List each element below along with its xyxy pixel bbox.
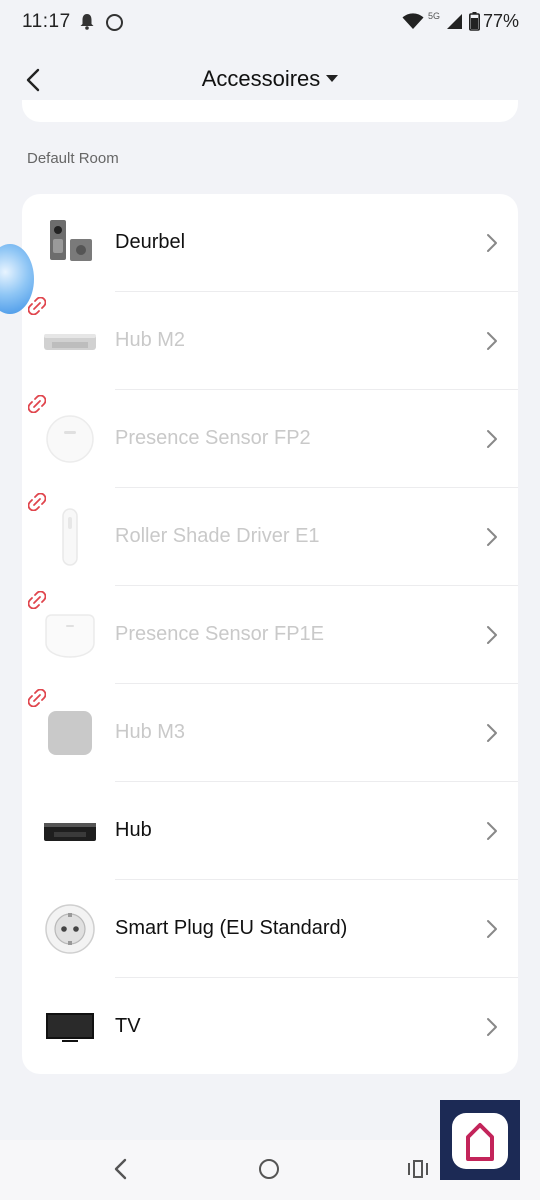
device-row-tv[interactable]: TV: [22, 978, 518, 1074]
status-time: 11:17: [22, 11, 71, 32]
device-name: Hub M2: [115, 329, 186, 351]
device-name: Presence Sensor FP2: [115, 427, 311, 449]
device-name: Deurbel: [115, 231, 186, 253]
hub-m2-icon: [44, 315, 96, 367]
room-selector[interactable]: Accessoires: [0, 66, 540, 92]
device-list: Deurbel Hub M2 Presence Sensor FP2 Rolle…: [22, 194, 518, 1074]
presence-sensor-icon: [44, 413, 96, 465]
chevron-right-icon: [486, 429, 498, 454]
chevron-right-icon: [486, 919, 498, 944]
hub-m3-icon: [44, 707, 96, 759]
page-title: Accessoires: [201, 66, 321, 91]
nav-recents-icon[interactable]: [407, 1160, 429, 1183]
chevron-right-icon: [486, 821, 498, 846]
device-row-hub-m2[interactable]: Hub M2: [22, 292, 518, 390]
device-name: Smart Plug (EU Standard): [115, 917, 348, 939]
hub-icon: [44, 805, 96, 857]
device-row-presence-sensor-fp2[interactable]: Presence Sensor FP2: [22, 390, 518, 488]
device-row-presence-sensor-fp1e[interactable]: Presence Sensor FP1E: [22, 586, 518, 684]
roller-shade-icon: [44, 508, 96, 566]
status-bar: 11:17 5G 77%: [0, 0, 540, 46]
device-row-smart-plug[interactable]: Smart Plug (EU Standard): [22, 880, 518, 978]
wifi-icon: [402, 12, 424, 35]
presence-sensor-fp1e-icon: [44, 609, 96, 661]
device-name: Hub: [115, 819, 152, 841]
device-name: Presence Sensor FP1E: [115, 623, 324, 645]
chevron-right-icon: [486, 1017, 498, 1042]
home-logo-icon: [452, 1113, 508, 1169]
nav-back-icon[interactable]: [112, 1158, 128, 1185]
bell-icon: [80, 13, 94, 35]
section-label: Default Room: [27, 150, 119, 167]
battery-percent: 77%: [483, 11, 520, 31]
device-name: Hub M3: [115, 721, 186, 743]
doorbell-icon: [44, 217, 96, 269]
chevron-right-icon: [486, 625, 498, 650]
device-row-deurbel[interactable]: Deurbel: [22, 194, 518, 292]
chevron-right-icon: [486, 233, 498, 258]
home-app-badge[interactable]: [440, 1100, 520, 1180]
nav-home-icon[interactable]: [259, 1159, 279, 1179]
device-name: Roller Shade Driver E1: [115, 525, 320, 547]
smart-plug-icon: [44, 903, 96, 955]
chevron-right-icon: [486, 723, 498, 748]
sync-circle-icon: [106, 14, 123, 31]
chevron-right-icon: [486, 527, 498, 552]
network-type: 5G: [428, 11, 441, 21]
device-row-hub-m3[interactable]: Hub M3: [22, 684, 518, 782]
chevron-right-icon: [486, 331, 498, 356]
device-row-roller-shade-driver-e1[interactable]: Roller Shade Driver E1: [22, 488, 518, 586]
tv-icon: [44, 1001, 96, 1053]
battery-icon: [469, 12, 480, 36]
previous-card-edge: [22, 100, 518, 122]
device-row-hub[interactable]: Hub: [22, 782, 518, 880]
caret-down-icon: [326, 75, 339, 83]
signal-icon: [446, 13, 463, 35]
device-name: TV: [115, 1015, 141, 1037]
